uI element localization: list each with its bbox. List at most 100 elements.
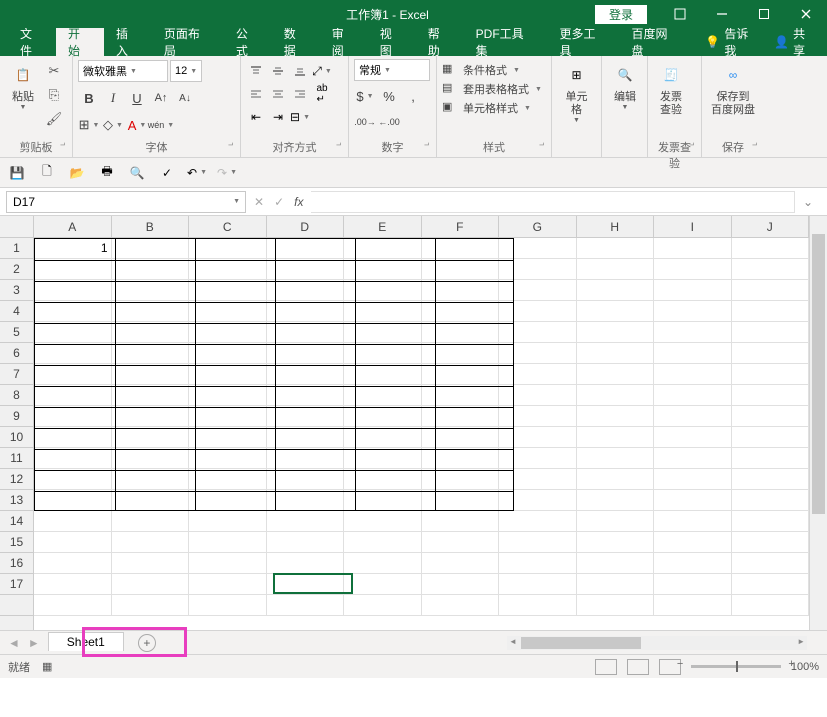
cell[interactable] xyxy=(422,322,500,343)
tab-file[interactable]: 文件 xyxy=(8,28,56,56)
cell[interactable] xyxy=(654,532,732,553)
paste-button[interactable]: 📋 粘贴 ▼ xyxy=(5,59,41,113)
row-header[interactable]: 9 xyxy=(0,406,33,427)
row-header[interactable]: 16 xyxy=(0,553,33,574)
cell[interactable] xyxy=(189,469,267,490)
cell[interactable] xyxy=(499,469,577,490)
cell[interactable] xyxy=(422,301,500,322)
row-header[interactable]: 17 xyxy=(0,574,33,595)
cell[interactable] xyxy=(34,553,112,574)
increase-indent-button[interactable]: ⇥ xyxy=(268,107,288,127)
row-header[interactable] xyxy=(0,595,33,616)
cell[interactable] xyxy=(732,343,810,364)
cell[interactable] xyxy=(112,385,190,406)
cell[interactable] xyxy=(422,427,500,448)
cell[interactable] xyxy=(267,595,345,616)
cell[interactable] xyxy=(499,343,577,364)
redo-icon[interactable]: ↷▼ xyxy=(218,164,236,182)
cell[interactable] xyxy=(344,427,422,448)
cell[interactable] xyxy=(267,301,345,322)
cell[interactable] xyxy=(499,301,577,322)
cell[interactable] xyxy=(112,280,190,301)
cell[interactable] xyxy=(189,490,267,511)
cell[interactable] xyxy=(577,385,655,406)
tab-help[interactable]: 帮助 xyxy=(416,28,464,56)
cell[interactable] xyxy=(189,280,267,301)
align-middle-button[interactable] xyxy=(268,61,288,81)
cell[interactable] xyxy=(499,532,577,553)
cell[interactable] xyxy=(189,511,267,532)
row-header[interactable]: 4 xyxy=(0,301,33,322)
row-header[interactable]: 11 xyxy=(0,448,33,469)
font-name-combo[interactable]: 微软雅黑▼ xyxy=(78,60,168,82)
cell[interactable] xyxy=(112,448,190,469)
shrink-font-button[interactable]: A↓ xyxy=(174,87,196,109)
cell[interactable] xyxy=(732,301,810,322)
phonetic-button[interactable]: wén▼ xyxy=(150,114,172,136)
cell[interactable] xyxy=(189,574,267,595)
cell[interactable] xyxy=(344,532,422,553)
cell[interactable] xyxy=(577,301,655,322)
select-all-corner[interactable] xyxy=(0,216,34,238)
column-header[interactable]: E xyxy=(344,216,422,237)
column-header[interactable]: D xyxy=(267,216,345,237)
cut-icon[interactable]: ✂ xyxy=(43,61,65,81)
cell[interactable] xyxy=(422,385,500,406)
row-header[interactable]: 12 xyxy=(0,469,33,490)
align-right-button[interactable] xyxy=(290,84,310,104)
zoom-level[interactable]: 100% xyxy=(791,661,819,673)
cell[interactable] xyxy=(112,301,190,322)
cell[interactable] xyxy=(577,406,655,427)
cell[interactable] xyxy=(422,553,500,574)
cell[interactable] xyxy=(577,364,655,385)
orientation-button[interactable]: ⤢▼ xyxy=(312,61,332,81)
increase-decimal-button[interactable]: .00→ xyxy=(354,111,376,133)
cell[interactable] xyxy=(732,553,810,574)
cell[interactable] xyxy=(732,406,810,427)
cell[interactable] xyxy=(344,511,422,532)
decrease-indent-button[interactable]: ⇤ xyxy=(246,107,266,127)
cell[interactable] xyxy=(654,511,732,532)
share-button[interactable]: 👤共享 xyxy=(774,25,817,59)
cell[interactable] xyxy=(112,595,190,616)
number-format-combo[interactable]: 常规▼ xyxy=(354,59,430,81)
column-header[interactable]: I xyxy=(654,216,732,237)
cell[interactable] xyxy=(189,448,267,469)
currency-button[interactable]: $▼ xyxy=(354,85,376,107)
cell[interactable] xyxy=(422,469,500,490)
cell[interactable] xyxy=(267,574,345,595)
cell[interactable] xyxy=(267,238,345,259)
cell[interactable]: 1 xyxy=(34,238,112,259)
cell[interactable] xyxy=(654,406,732,427)
row-header[interactable]: 2 xyxy=(0,259,33,280)
cell[interactable] xyxy=(34,322,112,343)
cell[interactable] xyxy=(577,322,655,343)
conditional-format-button[interactable]: ▦条件格式▼ xyxy=(442,62,542,78)
cell[interactable] xyxy=(654,574,732,595)
cell[interactable] xyxy=(344,406,422,427)
cell[interactable] xyxy=(34,406,112,427)
page-layout-view-button[interactable] xyxy=(627,659,649,675)
row-header[interactable]: 3 xyxy=(0,280,33,301)
cell[interactable] xyxy=(112,343,190,364)
cell[interactable] xyxy=(344,364,422,385)
cell[interactable] xyxy=(499,406,577,427)
cell[interactable] xyxy=(267,385,345,406)
cell[interactable] xyxy=(577,595,655,616)
row-header[interactable]: 13 xyxy=(0,490,33,511)
cell[interactable] xyxy=(344,469,422,490)
row-header[interactable]: 14 xyxy=(0,511,33,532)
cell[interactable] xyxy=(112,427,190,448)
tab-formulas[interactable]: 公式 xyxy=(224,28,272,56)
cell[interactable] xyxy=(732,490,810,511)
cell[interactable] xyxy=(189,322,267,343)
cell[interactable] xyxy=(499,322,577,343)
cell[interactable] xyxy=(732,385,810,406)
new-icon[interactable]: 🗋 xyxy=(38,164,56,182)
cell[interactable] xyxy=(112,469,190,490)
cell[interactable] xyxy=(732,238,810,259)
macro-record-icon[interactable]: ▦ xyxy=(42,660,52,673)
cell[interactable] xyxy=(577,469,655,490)
cell[interactable] xyxy=(654,385,732,406)
bold-button[interactable]: B xyxy=(78,87,100,109)
